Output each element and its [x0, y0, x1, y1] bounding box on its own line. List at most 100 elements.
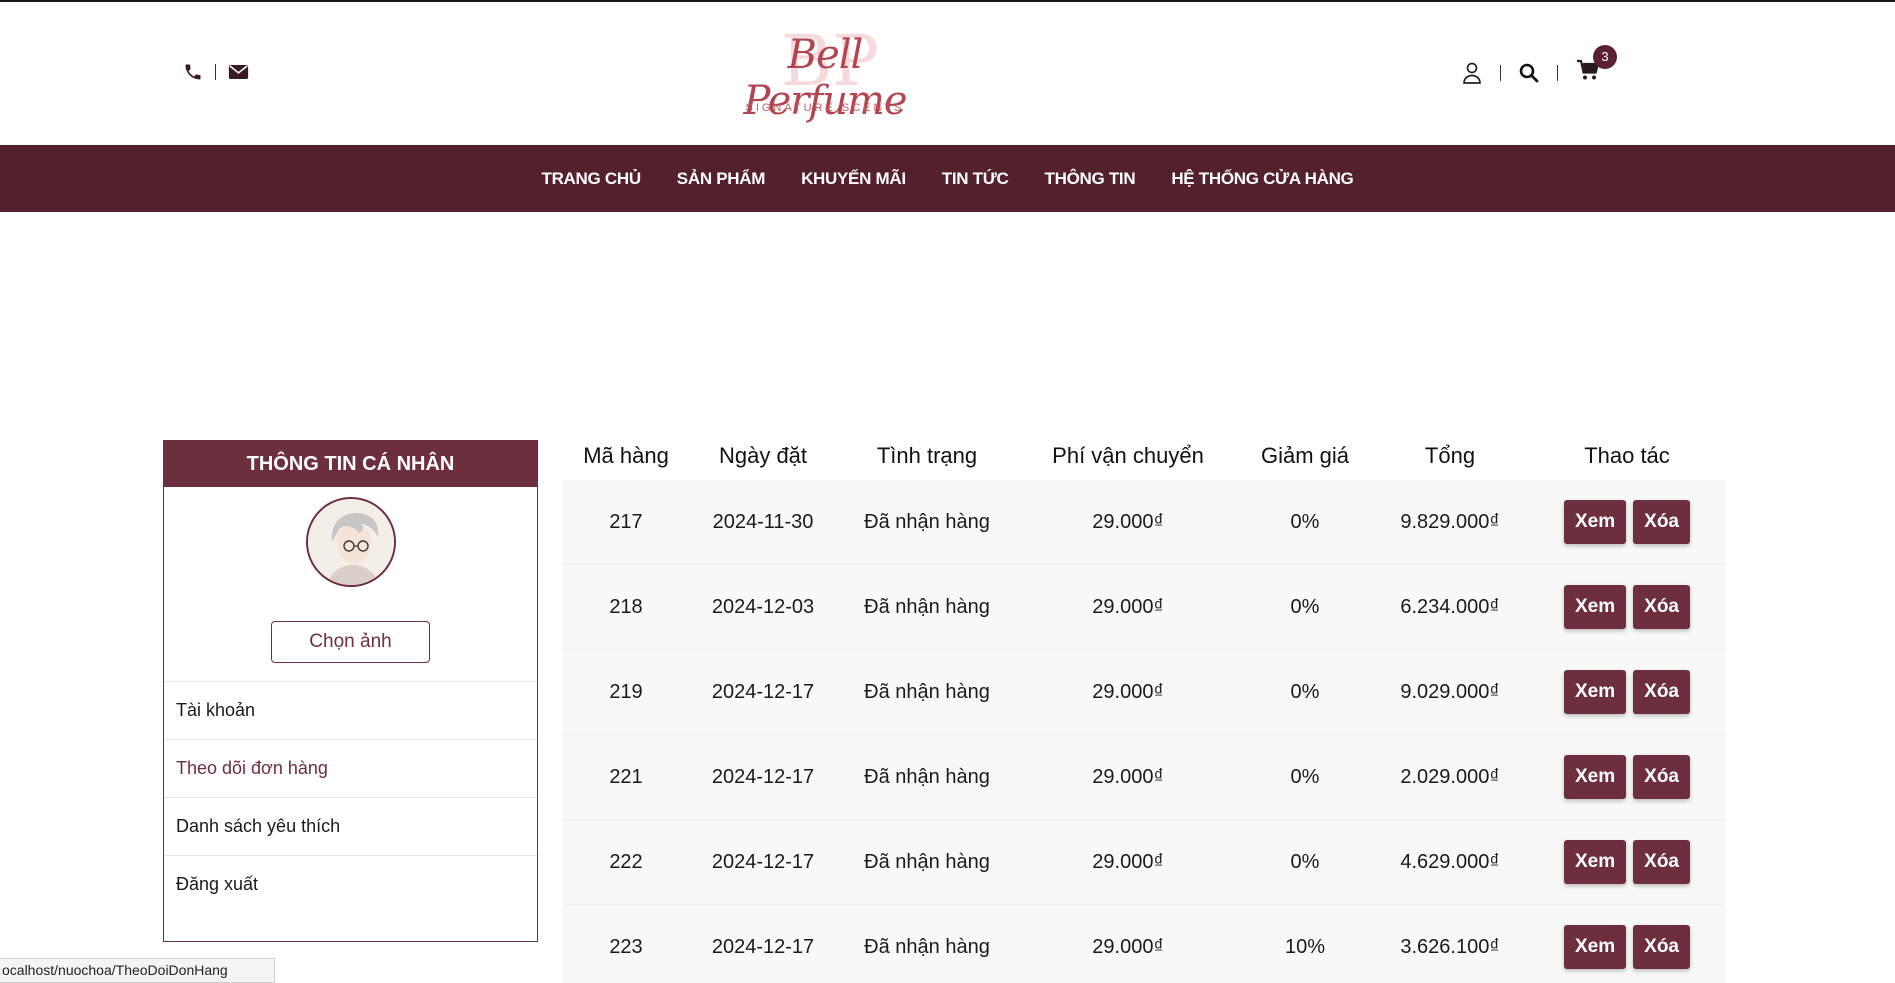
order-actions: Xem Xóa	[1529, 925, 1725, 969]
view-order-button[interactable]: Xem	[1564, 925, 1627, 969]
user-icon[interactable]	[1462, 62, 1482, 84]
order-id: 221	[609, 765, 643, 788]
nav-products[interactable]: SẢN PHẨM	[659, 169, 783, 189]
order-date: 2024-12-03	[711, 595, 815, 618]
order-status: Đã nhận hàng	[864, 595, 990, 618]
column-header: Giảm giá	[1260, 443, 1350, 468]
view-order-button[interactable]: Xem	[1564, 755, 1627, 799]
menu-item-order-tracking[interactable]: Theo dõi đơn hàng	[164, 739, 537, 797]
column-header: Ngày đặt	[718, 443, 808, 468]
nav-store-system[interactable]: HỆ THỐNG CỬA HÀNG	[1153, 169, 1371, 189]
order-discount: 0%	[1290, 850, 1320, 873]
order-date: 2024-12-17	[711, 765, 815, 788]
order-actions: Xem Xóa	[1529, 670, 1725, 714]
browser-status-url: ocalhost/nuochoa/TheoDoiDonHang	[0, 958, 275, 983]
view-order-button[interactable]: Xem	[1564, 840, 1627, 884]
contact-divider	[215, 64, 216, 80]
order-total: 2.029.000₫	[1400, 765, 1500, 788]
column-header: Thao tác	[1584, 443, 1670, 468]
profile-panel-title: THÔNG TIN CÁ NHÂN	[164, 441, 537, 487]
order-shipping: 29.000₫	[1092, 935, 1164, 958]
order-total: 9.029.000₫	[1400, 680, 1500, 703]
logo-tagline: SIGNATURE SCENTS	[745, 102, 905, 114]
order-actions: Xem Xóa	[1529, 585, 1725, 629]
order-shipping: 29.000₫	[1092, 595, 1164, 618]
delete-order-button[interactable]: Xóa	[1633, 500, 1690, 544]
order-status: Đã nhận hàng	[864, 765, 990, 788]
order-total: 3.626.100₫	[1400, 935, 1500, 958]
order-status: Đã nhận hàng	[864, 680, 990, 703]
table-row: 219 2024-12-17 Đã nhận hàng 29.000₫ 0% 9…	[563, 650, 1725, 735]
header-tools: 3	[1462, 45, 1617, 86]
delete-order-button[interactable]: Xóa	[1633, 755, 1690, 799]
delete-order-button[interactable]: Xóa	[1633, 670, 1690, 714]
delete-order-button[interactable]: Xóa	[1633, 585, 1690, 629]
nav-news[interactable]: TIN TỨC	[924, 169, 1027, 189]
phone-icon[interactable]	[183, 62, 203, 82]
order-shipping: 29.000₫	[1092, 765, 1164, 788]
order-id: 222	[609, 850, 643, 873]
search-icon[interactable]	[1519, 63, 1539, 83]
table-header: Mã hàng Ngày đặt Tình trạng Phí vận chuy…	[563, 432, 1725, 480]
contact-links	[183, 62, 249, 82]
order-discount: 0%	[1290, 680, 1320, 703]
choose-photo-button[interactable]: Chọn ảnh	[271, 621, 430, 663]
view-order-button[interactable]: Xem	[1564, 670, 1627, 714]
nav-home[interactable]: TRANG CHỦ	[524, 169, 659, 189]
column-header: Tổng	[1424, 443, 1476, 468]
table-row: 222 2024-12-17 Đã nhận hàng 29.000₫ 0% 4…	[563, 820, 1725, 905]
order-shipping: 29.000₫	[1092, 850, 1164, 873]
order-discount: 0%	[1290, 765, 1320, 788]
profile-panel: THÔNG TIN CÁ NHÂN Chọn ảnh Tài khoản The…	[163, 440, 538, 942]
order-discount: 0%	[1290, 595, 1320, 618]
mail-icon[interactable]	[228, 64, 249, 80]
menu-item-logout[interactable]: Đăng xuất	[164, 855, 537, 913]
site-header: BP Bell Perfume SIGNATURE SCENTS 3	[0, 2, 1895, 145]
column-header: Tình trạng	[876, 443, 978, 468]
nav-promotions[interactable]: KHUYẾN MÃI	[783, 169, 924, 189]
order-date: 2024-12-17	[711, 680, 815, 703]
column-header: Phí vận chuyển	[1052, 443, 1204, 468]
view-order-button[interactable]: Xem	[1564, 500, 1627, 544]
order-id: 219	[609, 680, 643, 703]
main-nav: TRANG CHỦ SẢN PHẨM KHUYẾN MÃI TIN TỨC TH…	[0, 145, 1895, 212]
order-date: 2024-12-17	[711, 850, 815, 873]
cart-count-badge: 3	[1593, 45, 1617, 69]
tools-divider	[1500, 64, 1501, 81]
order-actions: Xem Xóa	[1529, 840, 1725, 884]
table-row: 221 2024-12-17 Đã nhận hàng 29.000₫ 0% 2…	[563, 735, 1725, 820]
avatar	[306, 497, 396, 587]
order-discount: 10%	[1284, 935, 1326, 958]
order-shipping: 29.000₫	[1092, 510, 1164, 533]
order-id: 223	[609, 935, 643, 958]
view-order-button[interactable]: Xem	[1564, 585, 1627, 629]
order-id: 217	[609, 510, 643, 533]
tools-divider	[1557, 64, 1558, 81]
order-actions: Xem Xóa	[1529, 755, 1725, 799]
menu-item-account[interactable]: Tài khoản	[164, 681, 537, 739]
table-row: 217 2024-11-30 Đã nhận hàng 29.000₫ 0% 9…	[563, 480, 1725, 565]
site-logo[interactable]: BP Bell Perfume SIGNATURE SCENTS	[730, 20, 920, 124]
order-id: 218	[609, 595, 643, 618]
order-actions: Xem Xóa	[1529, 500, 1725, 544]
order-total: 9.829.000₫	[1400, 510, 1500, 533]
delete-order-button[interactable]: Xóa	[1633, 840, 1690, 884]
delete-order-button[interactable]: Xóa	[1633, 925, 1690, 969]
profile-menu: Tài khoản Theo dõi đơn hàng Danh sách yê…	[164, 681, 537, 913]
table-row: 218 2024-12-03 Đã nhận hàng 29.000₫ 0% 6…	[563, 565, 1725, 650]
menu-item-wishlist[interactable]: Danh sách yêu thích	[164, 797, 537, 855]
nav-info[interactable]: THÔNG TIN	[1027, 169, 1154, 189]
order-status: Đã nhận hàng	[864, 850, 990, 873]
order-discount: 0%	[1290, 510, 1320, 533]
table-row: 223 2024-12-17 Đã nhận hàng 29.000₫ 10% …	[563, 905, 1725, 983]
column-header: Mã hàng	[583, 443, 669, 468]
order-shipping: 29.000₫	[1092, 680, 1164, 703]
order-date: 2024-12-17	[711, 935, 815, 958]
order-status: Đã nhận hàng	[864, 935, 990, 958]
cart-button[interactable]: 3	[1576, 45, 1617, 86]
order-date: 2024-11-30	[712, 510, 814, 533]
order-status: Đã nhận hàng	[864, 510, 990, 533]
order-total: 6.234.000₫	[1400, 595, 1500, 618]
orders-table: Mã hàng Ngày đặt Tình trạng Phí vận chuy…	[563, 432, 1725, 983]
order-total: 4.629.000₫	[1400, 850, 1500, 873]
